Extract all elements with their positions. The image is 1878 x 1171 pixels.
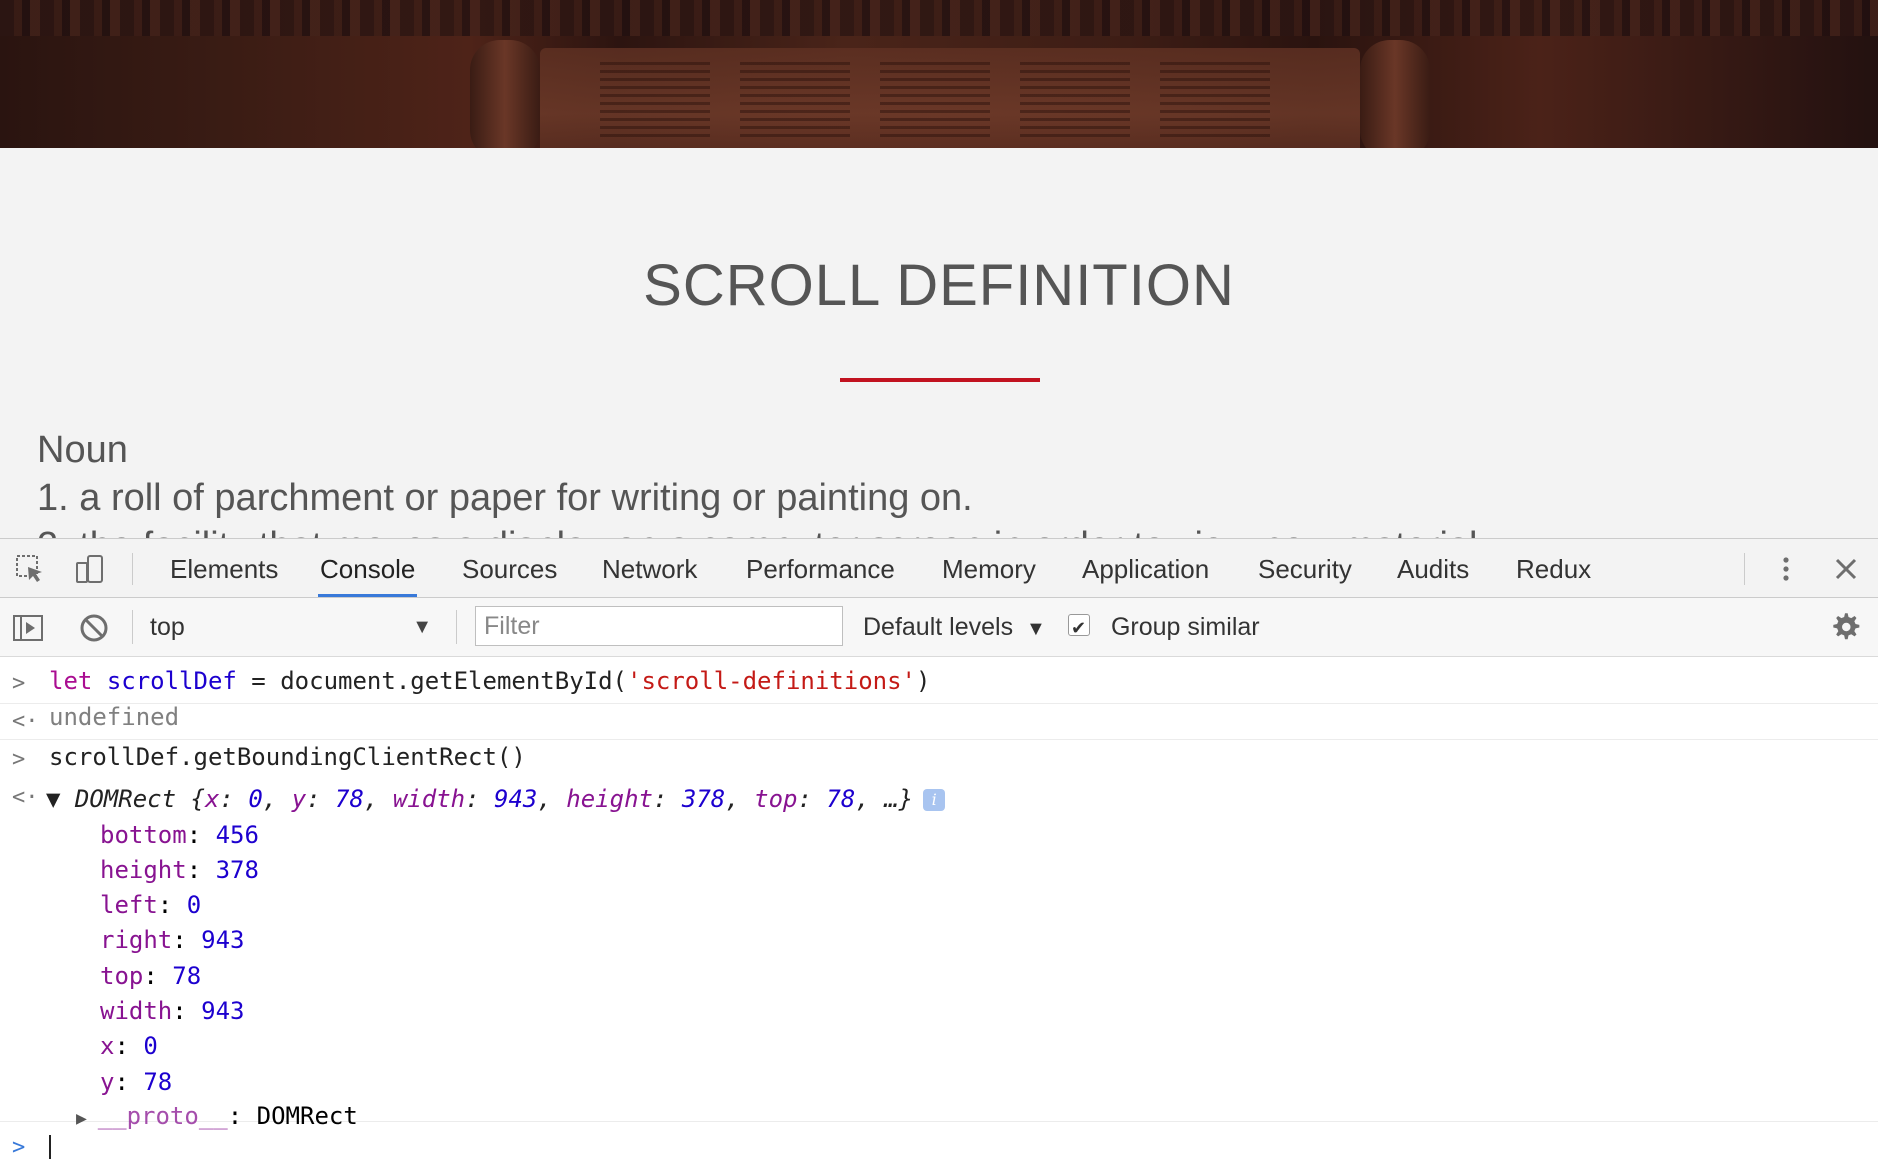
definition-pos: Noun — [37, 429, 128, 471]
prop-row: top: 78 — [100, 962, 202, 990]
group-similar-checkbox[interactable] — [1068, 611, 1090, 645]
tab-memory[interactable]: Memory — [940, 539, 1038, 597]
hero-image — [0, 0, 1878, 148]
tab-security[interactable]: Security — [1256, 539, 1354, 597]
prompt-chevron-icon: > — [12, 1135, 26, 1160]
page-title: SCROLL DEFINITION — [643, 253, 1235, 318]
prop-row: y: 78 — [100, 1068, 173, 1096]
prop-row: right: 943 — [100, 926, 245, 954]
settings-gear-icon[interactable] — [1828, 610, 1860, 642]
text-caret — [49, 1135, 51, 1159]
definition-block: Noun 1. a roll of parchment or paper for… — [37, 426, 1488, 538]
log-levels-label: Default levels — [863, 613, 1014, 641]
tab-application[interactable]: Application — [1080, 539, 1211, 597]
console-prompt[interactable]: > — [0, 1127, 1878, 1167]
filter-input[interactable] — [475, 606, 843, 646]
title-divider — [840, 378, 1040, 382]
prop-row: x: 0 — [100, 1032, 158, 1060]
clear-console-icon[interactable] — [78, 612, 110, 644]
tab-audits[interactable]: Audits — [1395, 539, 1471, 597]
group-similar-label: Group similar — [1110, 613, 1260, 641]
prop-row: width: 943 — [100, 997, 245, 1025]
definition-line-2: 2. the facility that moves a display on … — [37, 522, 1488, 538]
info-icon[interactable]: i — [923, 789, 946, 811]
tab-sources[interactable]: Sources — [460, 539, 559, 597]
definition-line-1: 1. a roll of parchment or paper for writ… — [37, 477, 973, 519]
page-content: SCROLL DEFINITION Noun 1. a roll of parc… — [0, 148, 1878, 538]
more-options-icon[interactable] — [1770, 553, 1802, 585]
prop-row: height: 378 — [100, 856, 259, 884]
group-similar-toggle[interactable]: Group similar — [1068, 610, 1260, 645]
prop-row: bottom: 456 — [100, 821, 259, 849]
tab-network[interactable]: Network — [600, 539, 699, 597]
device-toolbar-icon[interactable] — [74, 553, 106, 585]
console-input-1: let scrollDef = document.getElementById(… — [49, 667, 931, 695]
result-arrow-icon: <· — [12, 709, 39, 734]
prompt-chevron-icon: > — [12, 747, 26, 772]
tab-elements[interactable]: Elements — [168, 539, 280, 597]
devtools-panel: Elements Console Sources Network Perform… — [0, 538, 1878, 1171]
context-selector[interactable]: top ▼ — [150, 610, 440, 644]
log-levels-dropdown[interactable]: Default levels ▼ — [863, 610, 1046, 646]
proto-row[interactable]: ▶ __proto__: DOMRect — [76, 1102, 358, 1130]
inspect-element-icon[interactable] — [14, 553, 46, 585]
prop-row: left: 0 — [100, 891, 202, 919]
chevron-down-icon: ▼ — [1026, 618, 1046, 640]
result-arrow-icon: <· — [12, 785, 39, 810]
console-input-2: scrollDef.getBoundingClientRect() — [49, 743, 526, 771]
close-icon[interactable] — [1830, 553, 1862, 585]
expand-triangle-icon[interactable]: ▶ — [76, 1108, 98, 1129]
console-toolbar: top ▼ Default levels ▼ Group similar — [0, 598, 1878, 657]
console-input-row: > scrollDef.getBoundingClientRect() — [0, 739, 1878, 775]
console-input-row: > let scrollDef = document.getElementByI… — [0, 657, 1878, 704]
devtools-tabbar: Elements Console Sources Network Perform… — [0, 539, 1878, 598]
expand-triangle-icon[interactable]: ▼ — [46, 785, 75, 813]
tab-performance[interactable]: Performance — [744, 539, 897, 597]
show-sidebar-icon[interactable] — [12, 612, 44, 644]
prompt-chevron-icon: > — [12, 671, 26, 696]
console-output: > let scrollDef = document.getElementByI… — [0, 657, 1878, 1171]
tab-redux[interactable]: Redux — [1514, 539, 1593, 597]
chevron-down-icon: ▼ — [412, 616, 432, 638]
console-output-row: <· undefined — [0, 703, 1878, 740]
context-selector-value: top — [150, 613, 185, 641]
tab-console[interactable]: Console — [318, 539, 418, 597]
console-output-row: <· ▼ DOMRect {x: 0, y: 78, width: 943, h… — [0, 775, 1878, 1130]
console-output-1: undefined — [49, 703, 180, 731]
domrect-summary[interactable]: ▼ DOMRect {x: 0, y: 78, width: 943, heig… — [46, 785, 946, 813]
